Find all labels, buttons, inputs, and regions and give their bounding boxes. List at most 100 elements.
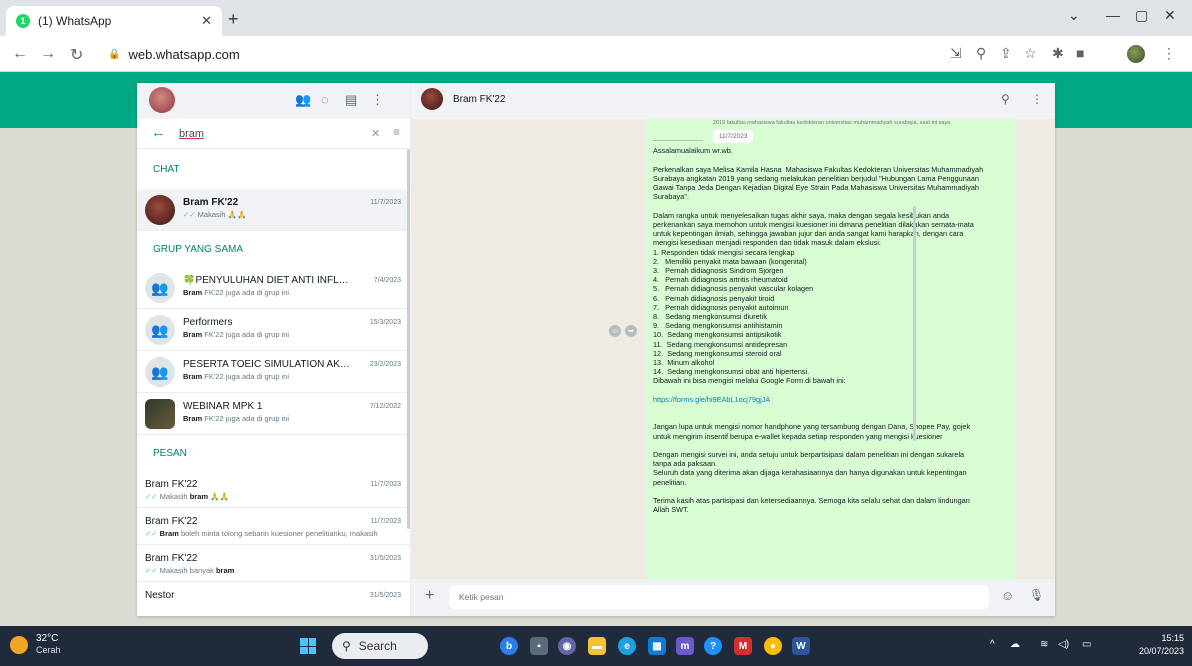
- minimize-icon[interactable]: —: [1106, 7, 1120, 23]
- message-line: 3. Pernah didiagnosis Sindrom Sjorgen: [653, 266, 784, 276]
- browser-menu-icon[interactable]: ⋮: [1162, 45, 1176, 62]
- sidebar-scrollbar[interactable]: [407, 149, 410, 529]
- message-bubble[interactable]: 2019 fakultas mahasiswa fakultas kedokte…: [645, 119, 1015, 579]
- chat-result-row[interactable]: Bram FK'22 11/7/2023 ✓✓ Makasih 🙏🙏: [137, 189, 411, 231]
- status-icon[interactable]: ◌: [321, 92, 329, 107]
- chat-list-panel: 👥 ◌ ▤ ⋮ ← bram ✕ ≡ CHAT Bram FK'22 11/7/…: [137, 83, 411, 616]
- tray-chevron-icon[interactable]: ^: [990, 639, 995, 650]
- search-icon: ⚲: [342, 639, 351, 653]
- message-result-row[interactable]: Bram FK'22 11/7/2023 ✓✓ Makasih bram 🙏🙏: [137, 471, 411, 508]
- url-text: web.whatsapp.com: [128, 46, 240, 62]
- group-name: Performers: [183, 317, 233, 328]
- help-app-icon[interactable]: ?: [704, 637, 722, 655]
- message-line: perkenankan saya memohon untuk mengisi k…: [653, 220, 974, 229]
- message-line: [653, 487, 1007, 496]
- mcafee-icon[interactable]: M: [734, 637, 752, 655]
- profile-avatar[interactable]: [1127, 45, 1145, 63]
- file-explorer-icon[interactable]: ▬: [588, 637, 606, 655]
- message-line: [653, 404, 1007, 413]
- new-chat-icon[interactable]: ▤: [345, 92, 357, 108]
- message-line: Assalamualaikum wr.wb.: [653, 146, 733, 156]
- search-results: CHAT Bram FK'22 11/7/2023 ✓✓ Makasih 🙏🙏 …: [137, 149, 411, 616]
- message-line: Terima kasih atas partisipasi dan keters…: [653, 496, 970, 506]
- word-icon[interactable]: W: [792, 637, 810, 655]
- tab-search-chevron-icon[interactable]: ⌄: [1068, 7, 1080, 24]
- url-field[interactable]: 🔒 web.whatsapp.com: [108, 42, 888, 66]
- system-clock[interactable]: 15:15 20/07/2023: [1134, 632, 1184, 658]
- search-bar[interactable]: ← bram ✕ ≡: [137, 119, 410, 149]
- group-row[interactable]: 👥 🍀PENYULUHAN DIET ANTI INFLAMASI... 7/4…: [137, 267, 411, 309]
- communities-icon[interactable]: 👥: [295, 92, 311, 108]
- edge-icon[interactable]: e: [618, 637, 636, 655]
- group-sub: Bram FK'22 juga ada di grup ini: [183, 288, 290, 297]
- filter-icon[interactable]: ≡: [393, 125, 400, 139]
- emoji-icon[interactable]: ☺: [1001, 588, 1014, 603]
- clear-search-icon[interactable]: ✕: [371, 127, 380, 140]
- chrome-icon[interactable]: ●: [764, 637, 782, 655]
- task-view-icon[interactable]: ▪: [530, 637, 548, 655]
- bookmark-star-icon[interactable]: ☆: [1024, 45, 1037, 62]
- browser-tab-whatsapp[interactable]: 1 (1) WhatsApp ✕: [6, 6, 222, 36]
- message-contact: Nestor: [145, 590, 175, 601]
- close-window-icon[interactable]: ✕: [1164, 7, 1176, 24]
- extensions-icon[interactable]: ✱: [1052, 45, 1064, 62]
- message-line: Allah SWT.: [653, 505, 689, 515]
- windows-taskbar: 32°C Cerah ⚲ Search b ▪ ◉ ▬ e ▦ m ? M ● …: [0, 626, 1192, 666]
- message-line: [653, 386, 1007, 395]
- conversation-scrollbar[interactable]: [913, 206, 916, 441]
- volume-icon[interactable]: ◁): [1058, 639, 1069, 650]
- forward-arrow-icon[interactable]: →: [40, 45, 56, 63]
- install-app-icon[interactable]: ⇲: [950, 45, 962, 62]
- weather-widget[interactable]: 32°C Cerah: [10, 633, 61, 656]
- message-result-row[interactable]: Bram FK'22 31/5/2023 ✓✓ Makasih banyak b…: [137, 545, 411, 582]
- share-icon[interactable]: ⇪: [1000, 45, 1012, 62]
- forward-icon[interactable]: ➦: [625, 325, 637, 337]
- restore-icon[interactable]: ▢: [1135, 7, 1148, 24]
- form-link[interactable]: https://forms.gle/hi9EAbL1ocj79gjJA: [653, 395, 1007, 404]
- bing-icon[interactable]: b: [500, 637, 518, 655]
- contact-name[interactable]: Bram FK'22: [453, 94, 505, 105]
- onedrive-icon[interactable]: ☁: [1010, 639, 1020, 650]
- group-date: 7/4/2023: [373, 277, 401, 284]
- search-icon[interactable]: ⚲: [1001, 92, 1010, 106]
- message-result-row[interactable]: Bram FK'22 11/7/2023 ✓✓ Bram boleh minta…: [137, 508, 411, 545]
- group-sub: Bram FK'22 juga ada di grup ini: [183, 330, 290, 339]
- message-text: Assalamualaikum wr.wb. Perkenalkan saya M…: [653, 146, 1007, 514]
- search-input[interactable]: bram: [179, 128, 204, 140]
- reload-icon[interactable]: ↻: [70, 45, 83, 65]
- side-panel-icon[interactable]: ■: [1076, 45, 1084, 61]
- new-tab-icon[interactable]: +: [228, 9, 239, 30]
- message-result-row[interactable]: Nestor 31/5/2023: [137, 582, 411, 616]
- group-row[interactable]: 👥 Performers 15/3/2023 Bram FK'22 juga a…: [137, 309, 411, 351]
- emoji-react-icon[interactable]: ☺: [609, 325, 621, 337]
- weather-condition: Cerah: [36, 645, 61, 655]
- group-sub: Bram FK'22 juga ada di grup ini: [183, 414, 290, 423]
- attach-plus-icon[interactable]: +: [425, 587, 434, 605]
- message-line: mengisi kesediaan menjadi responden dan …: [653, 238, 881, 248]
- message-date: 31/5/2023: [369, 592, 401, 599]
- menu-icon[interactable]: ⋮: [371, 92, 384, 108]
- conversation-menu-icon[interactable]: ⋮: [1031, 92, 1043, 106]
- store-icon[interactable]: ▦: [648, 637, 666, 655]
- message-line: 14. Sedang mengkonsumsi obat anti hipert…: [653, 367, 810, 377]
- wifi-icon[interactable]: ≋: [1040, 639, 1048, 650]
- message-snippet: ✓✓ Makasih banyak bram: [145, 566, 235, 575]
- my-avatar[interactable]: [149, 87, 175, 113]
- taskbar-search[interactable]: ⚲ Search: [332, 633, 428, 659]
- chat-app-icon[interactable]: ◉: [558, 637, 576, 655]
- group-avatar-icon: 👥: [145, 357, 175, 387]
- zoom-icon[interactable]: ⚲: [976, 45, 986, 62]
- group-row[interactable]: 👥 PESERTA TOEIC SIMULATION AKBAR 2023 23…: [137, 351, 411, 393]
- message-line: Perkenalkan saya Melisa Kamila Hasna Mah…: [653, 164, 984, 174]
- tab-close-icon[interactable]: ✕: [201, 13, 212, 29]
- back-arrow-icon[interactable]: ←: [12, 45, 28, 63]
- message-date: 11/7/2023: [370, 518, 401, 525]
- contact-avatar[interactable]: [421, 88, 443, 110]
- microphone-icon[interactable]: 🎙: [1029, 588, 1044, 602]
- message-input[interactable]: [449, 585, 989, 609]
- battery-icon[interactable]: ▭: [1082, 639, 1091, 650]
- mdp-app-icon[interactable]: m: [676, 637, 694, 655]
- group-row[interactable]: WEBINAR MPK 1 7/12/2022 Bram FK'22 juga …: [137, 393, 411, 435]
- search-back-arrow-icon[interactable]: ←: [151, 124, 166, 141]
- windows-start-icon[interactable]: [300, 638, 316, 654]
